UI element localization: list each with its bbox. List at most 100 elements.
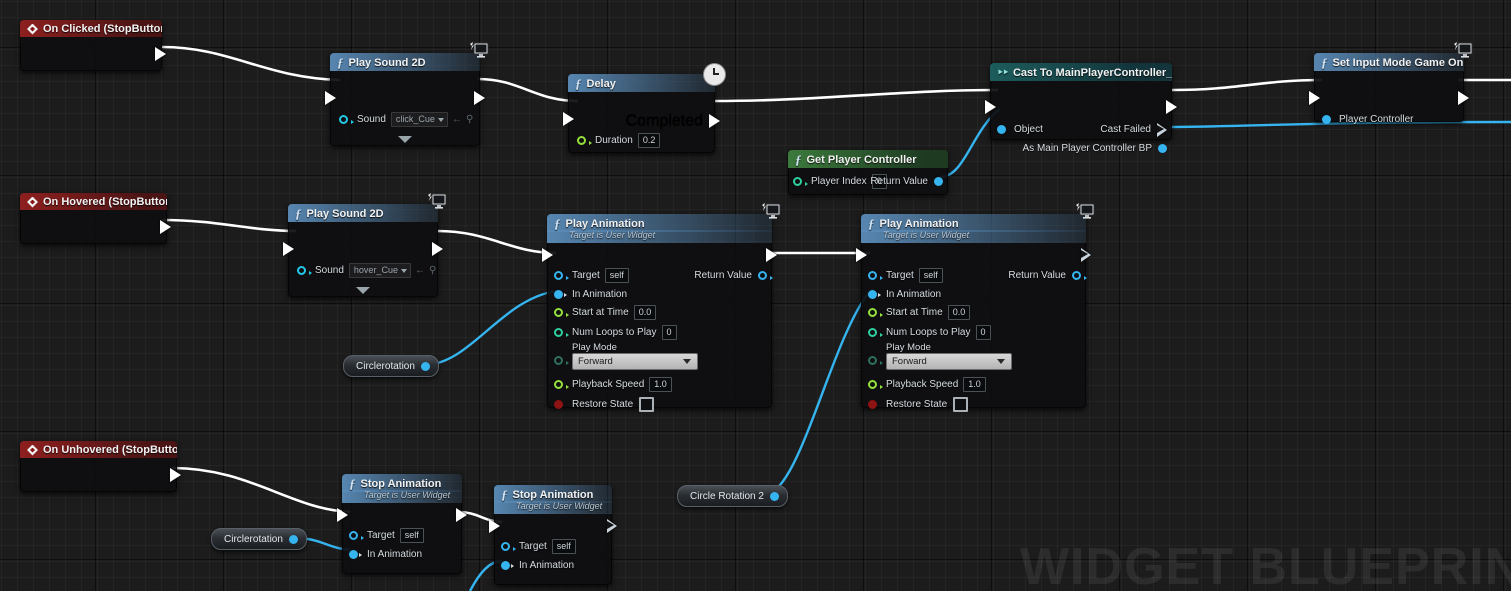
node-get-player-controller[interactable]: ƒ Get Player Controller Player Index 0 R…: [788, 150, 948, 195]
play-mode-select[interactable]: Forward: [572, 353, 698, 370]
restore-state-checkbox[interactable]: [639, 397, 655, 412]
search-icon[interactable]: ⚲: [429, 265, 436, 276]
exec-in-pin[interactable]: [563, 112, 574, 126]
exec-in-pin[interactable]: [283, 242, 294, 256]
restore-state-pin[interactable]: [554, 400, 563, 409]
node-play-animation-1[interactable]: ƒ Play Animation Target is User Widget T…: [542, 203, 781, 412]
duration-pin[interactable]: [577, 136, 592, 145]
function-f-icon: ƒ: [554, 216, 561, 231]
as-main-player-controller-pin[interactable]: [1158, 144, 1167, 153]
restore-state-pin[interactable]: [868, 400, 877, 409]
target-value[interactable]: self: [918, 268, 943, 283]
exec-out-pin[interactable]: [474, 91, 485, 105]
exec-in-pin[interactable]: [1309, 91, 1320, 105]
in-animation-pin[interactable]: [868, 290, 881, 299]
blueprint-graph-canvas[interactable]: On Clicked (StopButton) On Hovered (Stop…: [0, 0, 1511, 591]
player-index-pin[interactable]: [793, 177, 808, 186]
variable-output-pin[interactable]: [288, 534, 298, 544]
node-delay[interactable]: ƒ Delay Completed Duration 0.2: [563, 63, 726, 153]
node-stop-animation-2[interactable]: ƒ Stop Animation Target is User Widget T…: [489, 485, 617, 585]
variable-node-circlerotation-3[interactable]: Circlerotation: [211, 528, 307, 550]
exec-out-pin[interactable]: [456, 508, 467, 522]
exec-out-cast-failed-pin[interactable]: [1157, 123, 1167, 137]
start-at-time-pin[interactable]: [554, 308, 569, 317]
exec-out-pin[interactable]: [1166, 100, 1177, 114]
chevron-down-icon: [997, 359, 1005, 364]
duration-value[interactable]: 0.2: [637, 133, 661, 148]
event-node-on-clicked[interactable]: On Clicked (StopButton): [20, 20, 166, 71]
node-title: Delay: [586, 77, 616, 90]
sound-select[interactable]: click_Cue: [390, 112, 448, 127]
player-controller-pin[interactable]: [1322, 115, 1331, 124]
start-at-time-value[interactable]: 0.0: [947, 305, 971, 320]
play-mode-select[interactable]: Forward: [886, 353, 1012, 370]
node-cast-to-mainplayercontroller[interactable]: ‣‣ Cast To MainPlayerController_BP Objec…: [985, 63, 1177, 154]
exec-in-pin[interactable]: [489, 519, 500, 533]
num-loops-pin[interactable]: [868, 328, 883, 337]
playback-speed-pin[interactable]: [554, 380, 569, 389]
play-mode-pin[interactable]: [868, 356, 883, 365]
node-body: Object Cast Failed As Main Player Contro…: [985, 81, 1177, 154]
play-mode-pin[interactable]: [554, 356, 569, 365]
restore-state-checkbox[interactable]: [953, 397, 969, 412]
node-play-sound-2d-click[interactable]: ƒ Play Sound 2D Sound click_Cue ← ⚲: [325, 42, 489, 146]
sound-pin[interactable]: [297, 266, 312, 275]
node-play-sound-2d-hover[interactable]: ƒ Play Sound 2D Sound hover_Cue ← ⚲: [283, 193, 447, 297]
node-subtitle: Target is User Widget: [342, 490, 462, 503]
node-play-animation-2[interactable]: ƒ Play Animation Target is User Widget T…: [856, 203, 1095, 412]
exec-in-pin[interactable]: [542, 248, 553, 262]
node-body: Target self In Animation: [337, 503, 467, 574]
exec-out-pin[interactable]: [432, 242, 443, 256]
return-value-pin[interactable]: [1072, 271, 1087, 280]
return-value-pin[interactable]: [934, 177, 943, 186]
variable-node-circlerotation-1[interactable]: Circlerotation: [343, 355, 439, 377]
sound-select[interactable]: hover_Cue: [348, 263, 411, 278]
in-animation-pin[interactable]: [501, 561, 514, 570]
in-animation-pin[interactable]: [349, 550, 362, 559]
return-value-pin[interactable]: [758, 271, 773, 280]
exec-out-pin[interactable]: [766, 248, 777, 262]
playback-speed-value[interactable]: 1.0: [649, 377, 672, 392]
num-loops-value[interactable]: 0: [975, 325, 991, 340]
exec-in-pin[interactable]: [337, 508, 348, 522]
exec-out-pin[interactable]: [1081, 248, 1091, 262]
target-pin[interactable]: [349, 531, 364, 540]
expand-icon[interactable]: [356, 287, 370, 294]
start-at-time-pin[interactable]: [868, 308, 883, 317]
event-node-on-hovered[interactable]: On Hovered (StopButton): [20, 193, 171, 244]
object-pin[interactable]: [997, 125, 1006, 134]
num-loops-pin[interactable]: [554, 328, 569, 337]
playback-speed-value[interactable]: 1.0: [963, 377, 986, 392]
in-animation-pin[interactable]: [554, 290, 567, 299]
exec-out-pin[interactable]: [607, 519, 617, 533]
exec-out-pin[interactable]: [1458, 91, 1469, 105]
exec-in-pin[interactable]: [856, 248, 867, 262]
exec-in-pin[interactable]: [325, 91, 336, 105]
exec-in-pin[interactable]: [985, 100, 996, 114]
browse-icon[interactable]: ←: [415, 265, 425, 276]
node-set-input-mode-game-only[interactable]: ƒ Set Input Mode Game Only Player Contro…: [1309, 42, 1473, 125]
sound-pin[interactable]: [339, 115, 354, 124]
expand-icon[interactable]: [398, 136, 412, 143]
target-value[interactable]: self: [551, 539, 576, 554]
variable-output-pin[interactable]: [420, 361, 430, 371]
start-at-time-value[interactable]: 0.0: [633, 305, 657, 320]
exec-out-pin[interactable]: [170, 467, 181, 482]
variable-node-circle-rotation-2[interactable]: Circle Rotation 2: [677, 485, 788, 507]
playback-speed-pin[interactable]: [868, 380, 883, 389]
node-stop-animation-1[interactable]: ƒ Stop Animation Target is User Widget T…: [337, 474, 467, 574]
node-body: Player Index 0 Return Value: [788, 168, 948, 195]
browse-icon[interactable]: ←: [452, 114, 462, 125]
target-value[interactable]: self: [604, 268, 629, 283]
exec-out-pin[interactable]: [160, 219, 171, 234]
search-icon[interactable]: ⚲: [466, 114, 473, 125]
target-pin[interactable]: [501, 542, 516, 551]
event-node-on-unhovered[interactable]: On Unhovered (StopButton): [20, 441, 181, 492]
exec-out-completed-pin[interactable]: [709, 114, 720, 128]
target-pin[interactable]: [868, 271, 883, 280]
variable-output-pin[interactable]: [769, 491, 779, 501]
exec-out-pin[interactable]: [155, 46, 166, 61]
target-value[interactable]: self: [399, 528, 424, 543]
target-pin[interactable]: [554, 271, 569, 280]
num-loops-value[interactable]: 0: [661, 325, 677, 340]
